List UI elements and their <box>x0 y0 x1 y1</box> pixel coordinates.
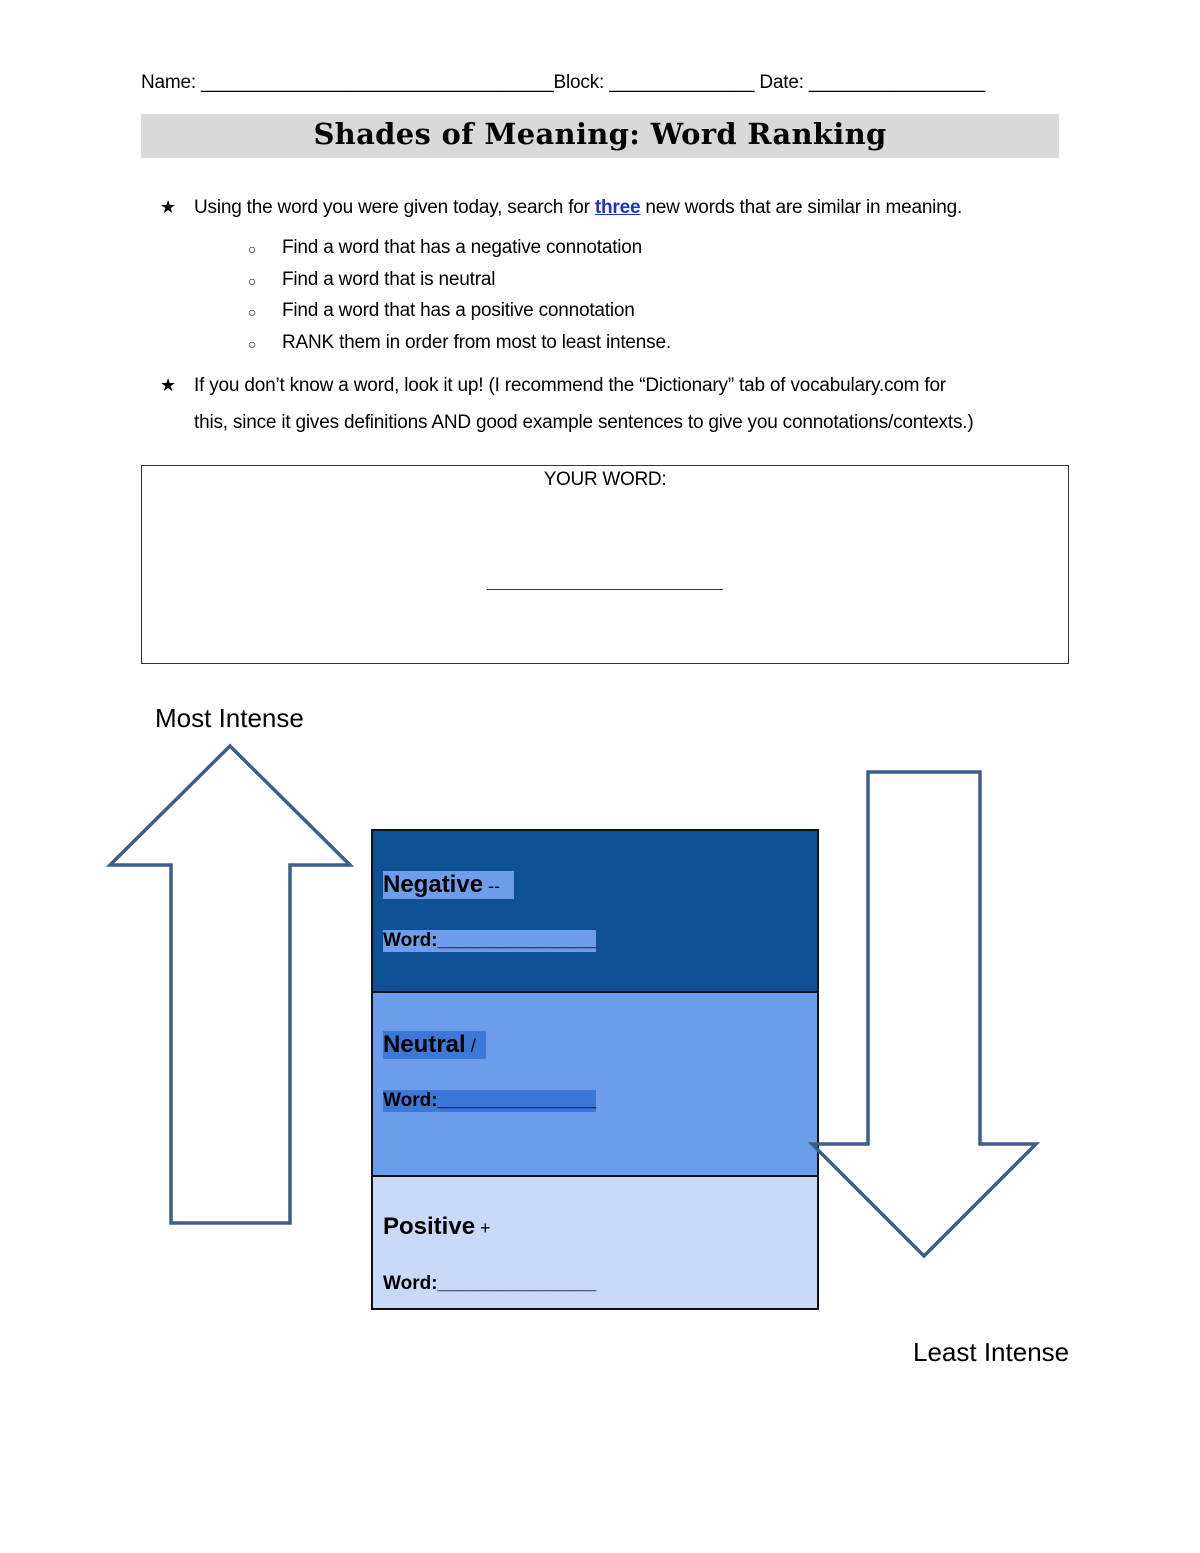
neutral-heading: Neutral / <box>383 1031 486 1059</box>
positive-heading: Positive + <box>383 1213 491 1240</box>
ranking-table: Negative -- Word:_______________ Neutral… <box>371 829 819 1310</box>
positive-word-field[interactable]: Word:_______________ <box>383 1273 596 1295</box>
neutral-word-field[interactable]: Word:_______________ <box>383 1090 597 1112</box>
negative-word-field[interactable]: Word:_______________ <box>383 930 597 952</box>
ranking-row-positive: Positive + Word:_______________ <box>373 1177 817 1308</box>
ranking-row-neutral: Neutral / Word:_______________ <box>373 993 817 1177</box>
ranking-row-negative: Negative -- Word:_______________ <box>373 831 817 993</box>
arrows-layer <box>105 743 355 1225</box>
up-arrow-icon <box>105 743 355 1225</box>
negative-heading: Negative -- <box>383 871 515 899</box>
